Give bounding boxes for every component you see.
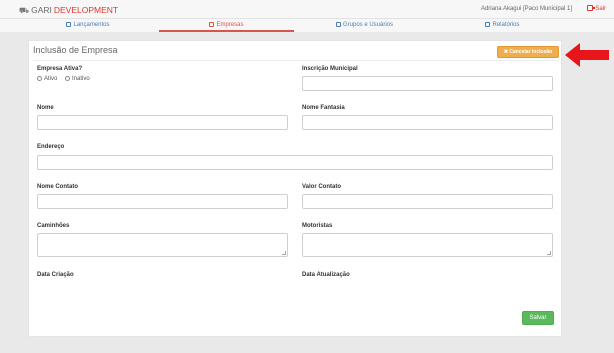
valor-contato-input[interactable] xyxy=(302,194,553,209)
nome-fantasia-input[interactable] xyxy=(302,115,553,130)
logout-link[interactable]: Sair xyxy=(587,5,606,12)
nome-fantasia-label: Nome Fantasia xyxy=(302,105,345,111)
tab-label: Empresas xyxy=(216,22,244,28)
page-title: Inclusão de Empresa xyxy=(33,45,118,55)
valor-contato-label: Valor Contato xyxy=(302,184,342,190)
inscricao-municipal-input[interactable] xyxy=(302,76,553,91)
data-atualizacao-label: Data Atualização xyxy=(302,272,350,278)
tab-grupos-usuarios[interactable]: Grupos e Usuários xyxy=(297,19,432,32)
users-icon xyxy=(335,22,341,27)
endereco-label: Endereço xyxy=(37,144,65,150)
nome-contato-label: Nome Contato xyxy=(37,184,78,190)
top-bar: ⛟ GARI DEVELOPMENT Adriana Akagui [Paco Mu… xyxy=(0,0,614,19)
empresa-ativa-label: Empresa Ativa? xyxy=(37,66,83,72)
data-criacao-label: Data Criação xyxy=(37,272,74,278)
radio-ativo-label: Ativo xyxy=(44,76,58,82)
resize-grip-icon[interactable] xyxy=(282,251,286,255)
red-arrow-icon xyxy=(565,43,609,67)
inscricao-municipal-label: Inscrição Municipal xyxy=(302,66,358,72)
motoristas-textarea[interactable] xyxy=(302,233,553,257)
list-icon xyxy=(66,22,72,27)
truck-icon: ⛟ xyxy=(19,6,30,15)
empresa-ativa-radio-group: Ativo Inativo xyxy=(37,76,96,82)
radio-ativo[interactable]: Ativo xyxy=(37,76,57,82)
tab-relatorios[interactable]: Relatórios xyxy=(435,19,570,32)
divider xyxy=(33,60,559,61)
motoristas-label: Motoristas xyxy=(302,223,333,229)
brand-logo[interactable]: ⛟ GARI DEVELOPMENT xyxy=(19,5,118,16)
caminhoes-textarea[interactable] xyxy=(37,233,288,257)
tab-label: Relatórios xyxy=(492,22,520,28)
logout-label: Sair xyxy=(595,6,606,12)
radio-circle-icon xyxy=(37,76,42,81)
brand-name-part1: GARI xyxy=(31,5,52,15)
cancel-inclusion-button[interactable]: ✖ Cancelar Inclusão xyxy=(497,46,559,58)
building-icon xyxy=(209,22,215,27)
nome-input[interactable] xyxy=(37,115,288,130)
file-icon xyxy=(485,22,491,27)
radio-inativo[interactable]: Inativo xyxy=(65,76,90,82)
form-card: Inclusão de Empresa ✖ Cancelar Inclusão … xyxy=(28,40,562,337)
save-button[interactable]: Salvar xyxy=(522,311,554,325)
brand-name-part2: DEVELOPMENT xyxy=(53,5,119,15)
user-info: Adriana Akagui [Paco Municipal 1] xyxy=(480,6,572,12)
sign-out-icon xyxy=(587,5,596,11)
main-nav: Lançamentos Empresas Grupos e Usuários R… xyxy=(0,19,614,32)
radio-inativo-label: Inativo xyxy=(72,76,90,82)
nome-label: Nome xyxy=(37,105,54,111)
tab-empresas[interactable]: Empresas xyxy=(159,19,294,32)
caminhoes-label: Caminhões xyxy=(37,223,70,229)
tab-label: Lançamentos xyxy=(73,22,110,28)
resize-grip-icon[interactable] xyxy=(547,251,551,255)
tab-lancamentos[interactable]: Lançamentos xyxy=(20,19,156,32)
radio-circle-icon xyxy=(65,76,71,81)
tab-label: Grupos e Usuários xyxy=(342,22,394,28)
nome-contato-input[interactable] xyxy=(37,194,288,209)
endereco-input[interactable] xyxy=(37,155,553,170)
